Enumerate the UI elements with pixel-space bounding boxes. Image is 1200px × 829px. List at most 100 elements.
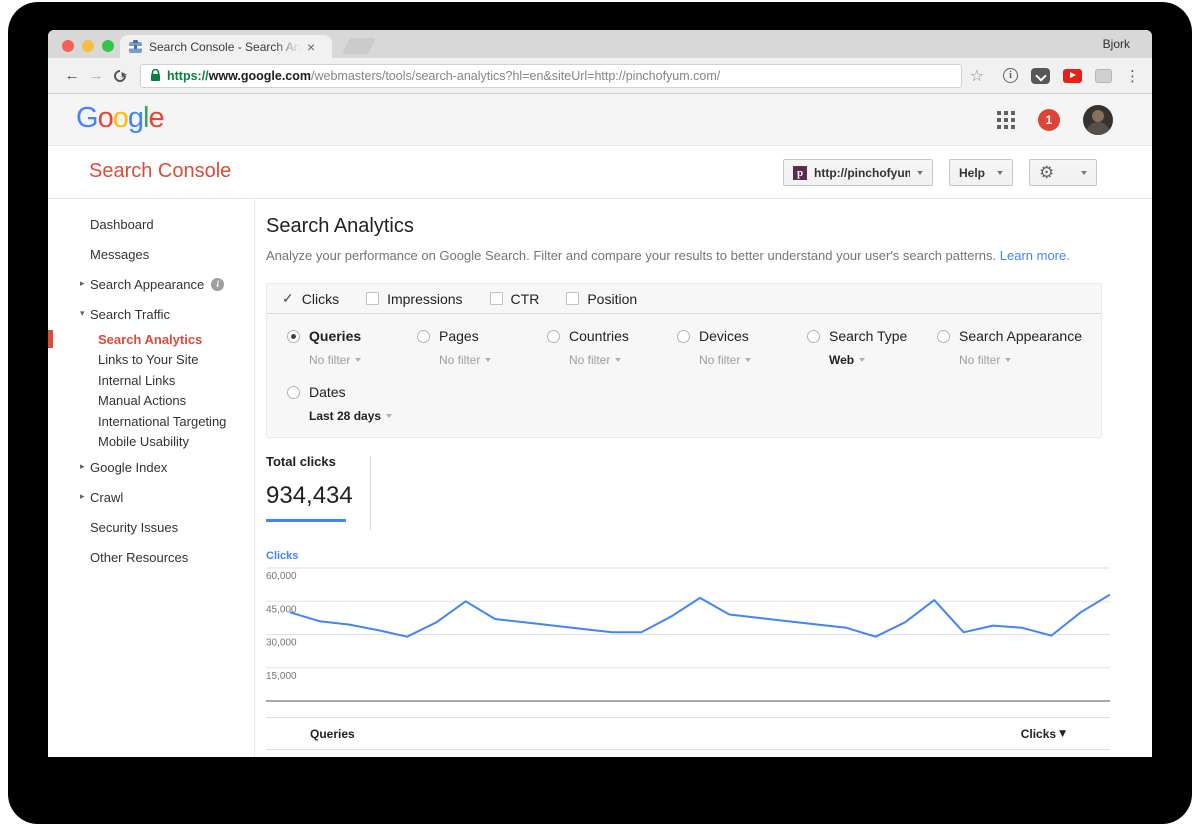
url-host: www.google.com [209, 69, 311, 83]
disabled-extension-icon[interactable] [1095, 69, 1112, 83]
google-logo-letter: G [76, 102, 98, 134]
account-avatar[interactable] [1083, 105, 1113, 135]
learn-more-link[interactable]: Learn more. [1000, 248, 1070, 263]
metric-ctr[interactable]: CTR [490, 291, 540, 307]
help-dropdown[interactable]: Help [949, 159, 1013, 186]
filter-dropdown-dates[interactable]: Last 28 days [309, 409, 392, 423]
dimension-radio-countries[interactable]: Countries [547, 326, 657, 346]
dimension-radio-devices[interactable]: Devices [677, 326, 787, 346]
sort-desc-icon: ▼ [1059, 729, 1066, 739]
sidebar-item-dashboard[interactable]: Dashboard [48, 209, 254, 239]
site-selector-dropdown[interactable]: p http://pinchofyum.com/ [783, 159, 933, 186]
reload-icon[interactable] [112, 67, 129, 84]
sidebar-item-mobile-usability[interactable]: Mobile Usability [48, 432, 254, 453]
chevron-down-icon [1081, 171, 1087, 175]
url-bar[interactable]: https://www.google.com/webmasters/tools/… [140, 64, 962, 88]
sidebar-item-label: Mobile Usability [98, 434, 189, 449]
dimension-radio-dates[interactable]: Dates [287, 382, 392, 402]
filter-dropdown-search-type[interactable]: Web [829, 353, 917, 367]
youtube-extension-icon[interactable] [1063, 69, 1082, 83]
y-axis-tick-label: 60,000 [266, 571, 297, 582]
apps-grid-icon[interactable] [997, 111, 1015, 129]
chevron-down-icon [859, 358, 865, 362]
dimension-label: Queries [309, 328, 361, 344]
google-logo-letter: o [98, 102, 113, 134]
sidebar-item-security-issues[interactable]: Security Issues [48, 512, 254, 542]
chevron-right-icon[interactable]: ▸ [80, 462, 85, 472]
radio-icon [287, 386, 300, 399]
dimension-search-appearance: Search Appearance No filter [917, 326, 1082, 367]
dimension-radio-search-appearance[interactable]: Search Appearance [937, 326, 1082, 346]
queries-column-header[interactable]: Queries [310, 727, 355, 741]
sidebar-item-manual-actions[interactable]: Manual Actions [48, 391, 254, 412]
y-axis-tick-label: 15,000 [266, 671, 297, 682]
minimize-window-button[interactable] [82, 40, 94, 52]
pocket-extension-icon[interactable] [1031, 68, 1050, 84]
dimension-radio-search-type[interactable]: Search Type [807, 326, 917, 346]
sidebar-item-links-to-your-site[interactable]: Links to Your Site [48, 350, 254, 371]
forward-icon[interactable]: → [84, 67, 108, 84]
metric-clicks[interactable]: ✓Clicks [282, 290, 339, 307]
google-logo-letter: g [128, 102, 143, 134]
clicks-column-header[interactable]: Clicks ▼ [1021, 727, 1066, 741]
sidebar-item-label: Internal Links [98, 373, 175, 388]
info-extension-icon[interactable]: i [1003, 68, 1018, 83]
dimension-grid: Queries No filter Pages No filter Countries N… [267, 314, 1101, 437]
browser-menu-icon[interactable]: ⋮ [1125, 67, 1140, 85]
chevron-right-icon[interactable]: ▸ [80, 492, 85, 502]
back-icon[interactable]: ← [60, 67, 84, 84]
sidebar-item-search-traffic[interactable]: ▾Search Traffic [48, 299, 254, 329]
filter-dropdown-pages[interactable]: No filter [439, 353, 527, 367]
browser-profile-name[interactable]: Bjork [1103, 37, 1130, 51]
page-body: DashboardMessages▸Search Appearancei▾Sea… [48, 199, 1152, 757]
metric-position[interactable]: Position [566, 291, 637, 307]
sidebar-item-messages[interactable]: Messages [48, 239, 254, 269]
chevron-down-icon [917, 171, 923, 175]
metric-impressions[interactable]: Impressions [366, 291, 462, 307]
site-url-label: http://pinchofyum.com/ [814, 166, 910, 180]
dimension-label: Countries [569, 328, 629, 344]
sidebar-item-international-targeting[interactable]: International Targeting [48, 411, 254, 432]
google-logo[interactable]: Google [76, 102, 164, 135]
y-axis-tick-label: 30,000 [266, 638, 297, 649]
tab-close-icon[interactable]: × [307, 40, 315, 54]
dimension-queries: Queries No filter [267, 326, 397, 367]
filter-dropdown-countries[interactable]: No filter [569, 353, 657, 367]
sidebar-item-crawl[interactable]: ▸Crawl [48, 482, 254, 512]
bookmark-star-icon[interactable]: ☆ [970, 66, 984, 85]
dimension-search-type: Search Type Web [787, 326, 917, 367]
new-tab-button[interactable] [342, 38, 376, 54]
gear-icon: ⚙ [1039, 163, 1054, 183]
filter-value: Last 28 days [309, 409, 381, 423]
sidebar-item-other-resources[interactable]: Other Resources [48, 542, 254, 572]
secure-lock-icon [150, 69, 161, 82]
notifications-badge[interactable]: 1 [1038, 109, 1060, 131]
radio-icon [287, 330, 300, 343]
filter-value: No filter [309, 353, 350, 367]
dimension-radio-pages[interactable]: Pages [417, 326, 527, 346]
totals-card: Total clicks 934,434 [266, 454, 1152, 534]
dimension-label: Devices [699, 328, 749, 344]
chevron-down-icon [615, 358, 621, 362]
filter-panel: ✓Clicks Impressions CTR Position Queries No … [266, 283, 1102, 438]
sidebar-item-google-index[interactable]: ▸Google Index [48, 452, 254, 482]
metric-label: Position [587, 291, 637, 307]
chevron-down-icon[interactable]: ▾ [80, 309, 85, 319]
settings-dropdown[interactable]: ⚙ [1029, 159, 1097, 186]
tab-title-fade [275, 40, 301, 54]
radio-icon [677, 330, 690, 343]
browser-tab[interactable]: Search Console - Search Analy × [120, 35, 332, 58]
chevron-right-icon[interactable]: ▸ [80, 279, 85, 289]
radio-icon [417, 330, 430, 343]
dimension-pages: Pages No filter [397, 326, 527, 367]
zoom-window-button[interactable] [102, 40, 114, 52]
clicks-line-chart-svg: 60,00045,00030,00015,000 [266, 564, 1110, 705]
sidebar-item-search-analytics[interactable]: Search Analytics [48, 329, 254, 350]
filter-dropdown-devices[interactable]: No filter [699, 353, 787, 367]
dimension-radio-queries[interactable]: Queries [287, 326, 397, 346]
sidebar-item-internal-links[interactable]: Internal Links [48, 370, 254, 391]
sidebar-item-search-appearance[interactable]: ▸Search Appearancei [48, 269, 254, 299]
close-window-button[interactable] [62, 40, 74, 52]
filter-dropdown-search-appearance[interactable]: No filter [959, 353, 1082, 367]
filter-dropdown-queries[interactable]: No filter [309, 353, 397, 367]
